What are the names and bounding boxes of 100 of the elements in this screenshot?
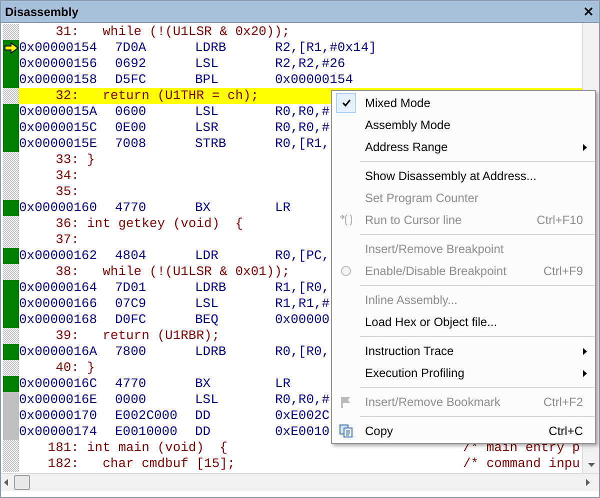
opcode-text: 7800: [115, 343, 148, 362]
mnemonic-text: LDR: [195, 247, 220, 266]
address-text: 0x0000016E: [19, 391, 98, 410]
mnemonic-text: BX: [195, 199, 212, 218]
mnemonic-text: BPL: [195, 71, 220, 90]
line-number: 33:: [54, 151, 79, 170]
margin-marker: [3, 184, 19, 200]
mnemonic-text: LDRB: [195, 279, 228, 298]
mnemonic-text: LSL: [195, 55, 220, 74]
scroll-left-icon[interactable]: [4, 479, 8, 486]
opcode-text: 4804: [115, 247, 148, 266]
line-number: 181:: [46, 439, 79, 458]
source-text: }: [87, 359, 95, 378]
line-number: 40:: [54, 359, 79, 378]
source-text: int main (void) {: [87, 439, 228, 458]
address-text: 0x00000174: [19, 423, 98, 442]
address-text: 0x00000160: [19, 199, 98, 218]
margin-marker: [3, 168, 19, 184]
margin-marker: [3, 152, 19, 168]
scroll-thumb[interactable]: [14, 475, 30, 490]
line-number: 32:: [54, 87, 79, 106]
address-text: 0x00000156: [19, 55, 98, 74]
address-text: 0x00000158: [19, 71, 98, 90]
line-number: 37:: [54, 231, 79, 250]
opcode-text: E0010000: [115, 423, 178, 442]
horizontal-scrollbar[interactable]: [1, 473, 599, 491]
line-number: 38:: [54, 263, 79, 282]
margin-marker: [3, 328, 19, 344]
line-number: 35:: [54, 183, 79, 202]
opcode-text: 7008: [115, 135, 148, 154]
operand-text: 0xE0010: [275, 423, 330, 442]
operand-text: R1,[R0,: [275, 279, 330, 298]
opcode-text: 0600: [115, 103, 148, 122]
mnemonic-text: BX: [195, 375, 212, 394]
margin-marker: [3, 232, 19, 248]
opcode-text: 7D0A: [115, 39, 148, 58]
address-text: 0x00000162: [19, 247, 98, 266]
menu-item[interactable]: Load Hex or Object file...: [332, 311, 595, 333]
menu-item[interactable]: Mixed Mode: [332, 92, 595, 114]
copy-icon: [339, 424, 353, 438]
opcode-text: 07C9: [115, 295, 148, 314]
mnemonic-text: DD: [195, 407, 212, 426]
address-text: 0x0000015A: [19, 103, 98, 122]
mnemonic-text: DD: [195, 423, 212, 442]
line-number: 36:: [54, 215, 79, 234]
address-text: 0x00000170: [19, 407, 98, 426]
source-text: char cmdbuf [15];: [102, 455, 236, 474]
mnemonic-text: LDRB: [195, 343, 228, 362]
source-text: while (!(U1LSR & 0x01));: [102, 263, 290, 282]
source-text: return (U1THR = ch);: [102, 87, 259, 106]
address-text: 0x00000168: [19, 311, 98, 330]
source-text: return (U1RBR);: [102, 327, 220, 346]
margin-marker: [3, 24, 19, 40]
mnemonic-text: STRB: [195, 135, 228, 154]
operand-text: R0,[R0,: [275, 343, 330, 362]
braces-icon: [339, 214, 353, 226]
mnemonic-text: LSL: [195, 103, 220, 122]
operand-text: 0xE002C: [275, 407, 330, 426]
line-number: 31:: [54, 23, 79, 42]
source-text: }: [87, 151, 95, 170]
address-text: 0x0000015C: [19, 119, 98, 138]
operand-text: R0,[PC,: [275, 247, 330, 266]
opcode-text: 0E00: [115, 119, 148, 138]
address-text: 0x0000016C: [19, 375, 98, 394]
opcode-text: D5FC: [115, 71, 148, 90]
operand-text: R2,[R1,#0x14]: [275, 39, 376, 58]
menu-item[interactable]: Instruction Trace: [332, 340, 595, 362]
address-text: 0x00000164: [19, 279, 98, 298]
line-number: 182:: [46, 455, 79, 474]
menu-item[interactable]: Copy Ctrl+C: [332, 420, 595, 442]
mnemonic-text: BEQ: [195, 311, 220, 330]
margin-marker: [3, 88, 19, 104]
operand-text: LR: [275, 199, 291, 218]
mnemonic-text: LSR: [195, 119, 220, 138]
menu-item[interactable]: Address Range: [332, 136, 595, 158]
operand-text: R2,R2,#26: [275, 55, 346, 74]
margin-marker: [3, 216, 19, 232]
menu-item[interactable]: Assembly Mode: [332, 114, 595, 136]
opcode-text: 7D01: [115, 279, 148, 298]
operand-text: R0,R0,#: [275, 103, 330, 122]
menu-item[interactable]: Execution Profiling: [332, 362, 595, 384]
operand-text: R0,R0,#: [275, 119, 330, 138]
operand-text: R0,R0,#: [275, 391, 330, 410]
address-text: 0x0000015E: [19, 135, 98, 154]
opcode-text: 0000: [115, 391, 148, 410]
source-text: while (!(U1LSR & 0x20));: [102, 23, 290, 42]
operand-text: 0x00000154: [275, 71, 354, 90]
address-text: 0x00000166: [19, 295, 98, 314]
operand-text: R0,[R1,: [275, 135, 330, 154]
menu-item[interactable]: Show Disassembly at Address...: [332, 165, 595, 187]
operand-text: LR: [275, 375, 291, 394]
opcode-text: D0FC: [115, 311, 148, 330]
mnemonic-text: LSL: [195, 391, 220, 410]
line-number: 39:: [54, 327, 79, 346]
scroll-right-icon[interactable]: [586, 479, 590, 486]
close-icon: [584, 7, 592, 16]
line-number: 34:: [54, 167, 79, 186]
window-title: Disassembly: [5, 4, 78, 20]
margin-marker: [3, 264, 19, 280]
address-text: 0x00000154: [19, 39, 98, 58]
